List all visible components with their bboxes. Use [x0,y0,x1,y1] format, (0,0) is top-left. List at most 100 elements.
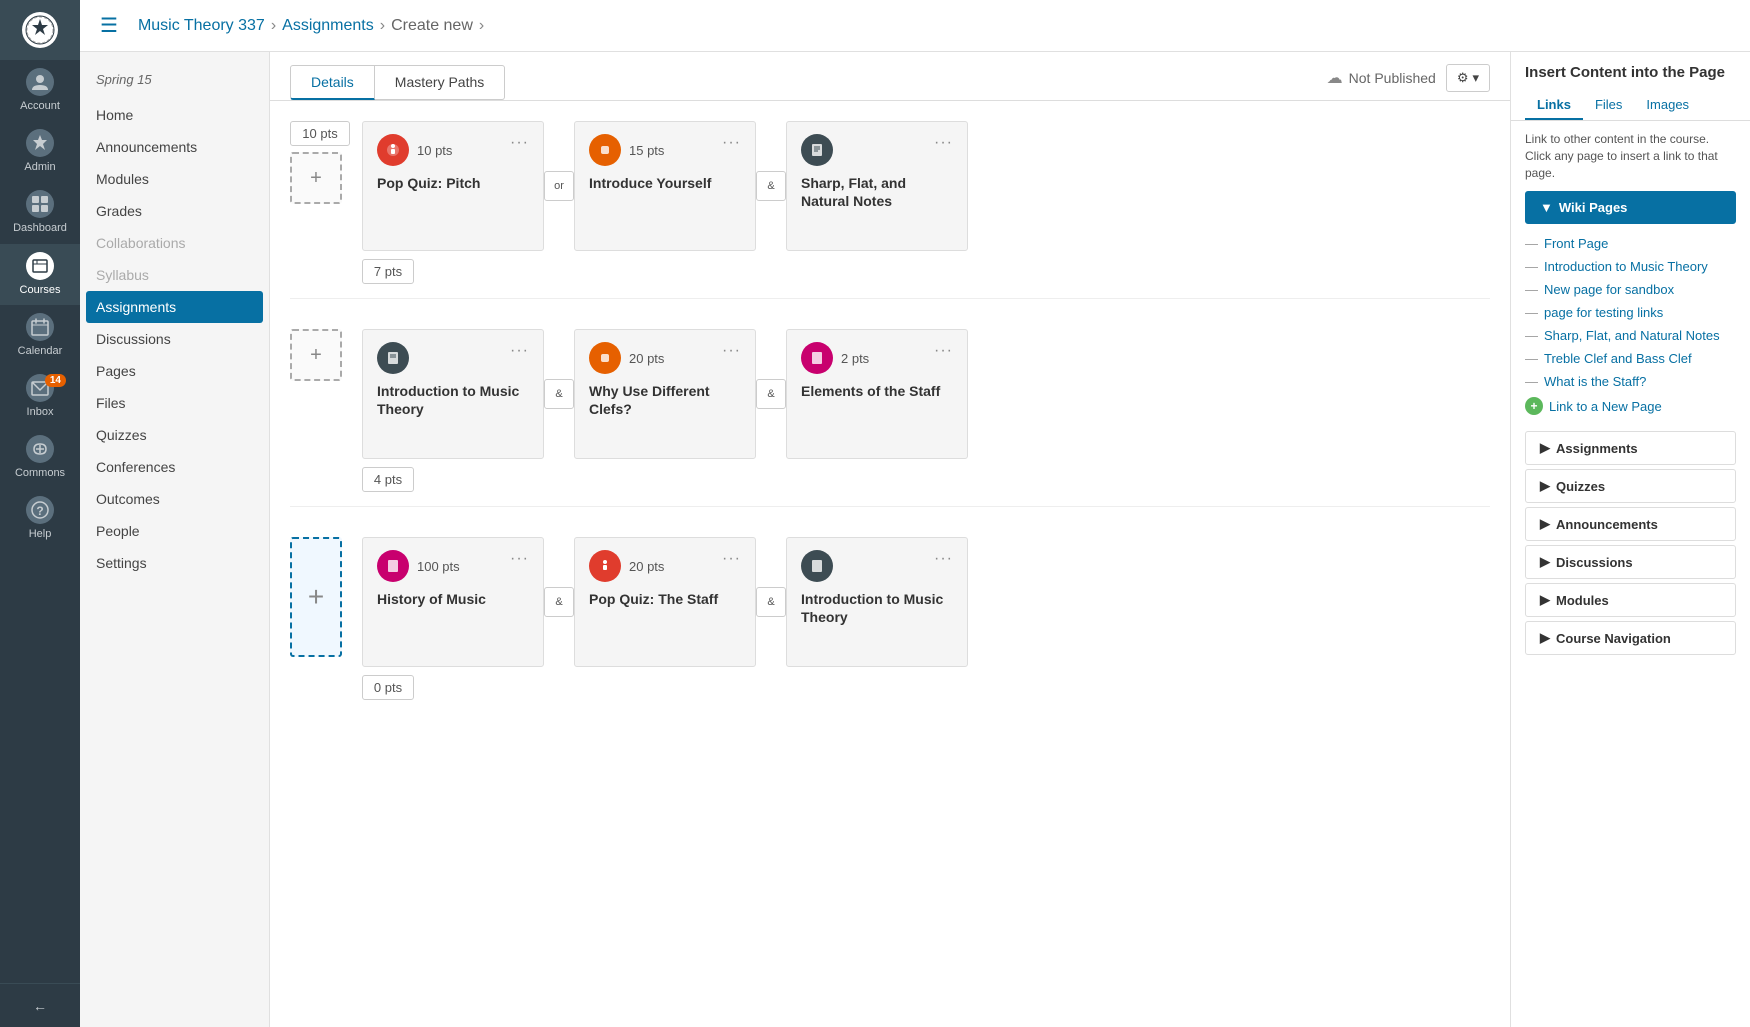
card-header-4: ··· [377,342,529,374]
wiki-link-what[interactable]: — What is the Staff? [1525,370,1736,393]
panel-section-assignments: ▶ Assignments [1511,431,1750,465]
card-title-8[interactable]: Pop Quiz: The Staff [589,590,741,608]
card-dots-1[interactable]: ··· [510,134,529,152]
add-assignment-3[interactable]: + [290,537,342,657]
assignments-section-header[interactable]: ▶ Assignments [1525,431,1736,465]
tab-mastery-paths[interactable]: Mastery Paths [375,65,505,100]
nav-courses[interactable]: Courses [0,244,80,305]
course-nav-announcements[interactable]: Announcements [80,131,269,163]
breadcrumb-section[interactable]: Assignments [282,17,374,35]
quizzes-section-header[interactable]: ▶ Quizzes [1525,469,1736,503]
course-nav-collaborations[interactable]: Collaborations [80,227,269,259]
courses-icon [26,252,54,280]
course-nav-files[interactable]: Files [80,387,269,419]
discussions-section-label: Discussions [1556,555,1633,570]
card-icon-pts-7: 100 pts [377,550,460,582]
add-circle-icon: + [1525,397,1543,415]
card-icon-pts-1: 10 pts [377,134,452,166]
wiki-link-what-label: What is the Staff? [1544,374,1646,389]
wiki-link-sandbox[interactable]: — New page for sandbox [1525,278,1736,301]
card-title-2[interactable]: Introduce Yourself [589,174,741,192]
nav-collapse-button[interactable]: ← [0,983,80,1027]
card-header-8: 20 pts ··· [589,550,741,582]
nav-account-label: Account [20,100,60,113]
card-title-9[interactable]: Introduction to Music Theory [801,590,953,626]
course-nav-grades[interactable]: Grades [80,195,269,227]
course-nav-people[interactable]: People [80,515,269,547]
card-header-3: ··· [801,134,953,166]
course-nav-modules[interactable]: Modules [80,163,269,195]
discussions-section-header[interactable]: ▶ Discussions [1525,545,1736,579]
card-title-1[interactable]: Pop Quiz: Pitch [377,174,529,192]
wiki-add-link[interactable]: + Link to a New Page [1525,393,1736,419]
settings-icon: ⚙ [1457,70,1469,86]
card-dots-7[interactable]: ··· [510,550,529,568]
wiki-pages-label: Wiki Pages [1559,200,1628,215]
breadcrumb-course[interactable]: Music Theory 337 [138,17,265,35]
wiki-link-front[interactable]: — Front Page [1525,232,1736,255]
wiki-dash-1: — [1525,236,1538,251]
wiki-link-sharp[interactable]: — Sharp, Flat, and Natural Notes [1525,324,1736,347]
card-pts-7: 100 pts [417,559,460,574]
card-pts-2: 15 pts [629,143,664,158]
card-title-5[interactable]: Why Use Different Clefs? [589,382,741,418]
tab-details[interactable]: Details [290,65,375,100]
nav-admin[interactable]: Admin [0,121,80,182]
hamburger-icon[interactable]: ☰ [100,13,118,38]
course-nav-syllabus[interactable]: Syllabus [80,259,269,291]
breadcrumb: Music Theory 337 › Assignments › Create … [138,17,484,35]
wiki-link-treble[interactable]: — Treble Clef and Bass Clef [1525,347,1736,370]
wiki-dash-7: — [1525,374,1538,389]
card-title-7[interactable]: History of Music [377,590,529,608]
card-dots-4[interactable]: ··· [510,342,529,360]
card-dots-3[interactable]: ··· [934,134,953,152]
wiki-link-testing[interactable]: — page for testing links [1525,301,1736,324]
course-nav-section-header[interactable]: ▶ Course Navigation [1525,621,1736,655]
admin-icon [26,129,54,157]
app-logo[interactable] [0,0,80,60]
course-nav-quizzes[interactable]: Quizzes [80,419,269,451]
panel-tab-files[interactable]: Files [1583,91,1634,120]
nav-sidebar: Account Admin Dashboard Courses Calendar… [0,0,80,1027]
nav-commons[interactable]: Commons [0,427,80,488]
card-title-6[interactable]: Elements of the Staff [801,382,953,400]
wiki-pages-header[interactable]: ▼ Wiki Pages [1525,191,1736,224]
group-row-3: + 100 pts [290,537,1490,667]
wiki-link-sandbox-label: New page for sandbox [1544,282,1674,297]
nav-inbox[interactable]: 14 Inbox [0,366,80,427]
card-dots-9[interactable]: ··· [934,550,953,568]
tabs: Details Mastery Paths [290,65,505,100]
group-row-1: 10 pts + [290,121,1490,251]
panel-tab-links[interactable]: Links [1525,91,1583,120]
settings-button[interactable]: ⚙ ▾ [1446,64,1490,92]
modules-section-header[interactable]: ▶ Modules [1525,583,1736,617]
add-assignment-1[interactable]: + [290,152,342,204]
card-dots-5[interactable]: ··· [722,342,741,360]
nav-calendar[interactable]: Calendar [0,305,80,366]
announcements-section-header[interactable]: ▶ Announcements [1525,507,1736,541]
panel-section-wiki: ▼ Wiki Pages — Front Page — Introduction… [1511,191,1750,427]
card-header-2: 15 pts ··· [589,134,741,166]
course-nav-home[interactable]: Home [80,99,269,131]
add-assignment-2[interactable]: + [290,329,342,381]
course-nav-assignments[interactable]: Assignments [86,291,263,323]
panel-section-quizzes: ▶ Quizzes [1511,469,1750,503]
panel-tab-images[interactable]: Images [1634,91,1701,120]
nav-account[interactable]: Account [0,60,80,121]
course-nav-conferences[interactable]: Conferences [80,451,269,483]
card-dots-8[interactable]: ··· [722,550,741,568]
card-title-3[interactable]: Sharp, Flat, and Natural Notes [801,174,953,210]
card-dots-6[interactable]: ··· [934,342,953,360]
breadcrumb-sep2: › [380,17,385,35]
card-dots-2[interactable]: ··· [722,134,741,152]
course-nav-pages[interactable]: Pages [80,355,269,387]
card-title-4[interactable]: Introduction to Music Theory [377,382,529,418]
nav-help[interactable]: ? Help [0,488,80,549]
wiki-link-sharp-label: Sharp, Flat, and Natural Notes [1544,328,1720,343]
course-nav-outcomes[interactable]: Outcomes [80,483,269,515]
connector-and-1: & [756,171,786,201]
nav-dashboard[interactable]: Dashboard [0,182,80,243]
course-nav-settings[interactable]: Settings [80,547,269,579]
wiki-link-intro[interactable]: — Introduction to Music Theory [1525,255,1736,278]
course-nav-discussions[interactable]: Discussions [80,323,269,355]
